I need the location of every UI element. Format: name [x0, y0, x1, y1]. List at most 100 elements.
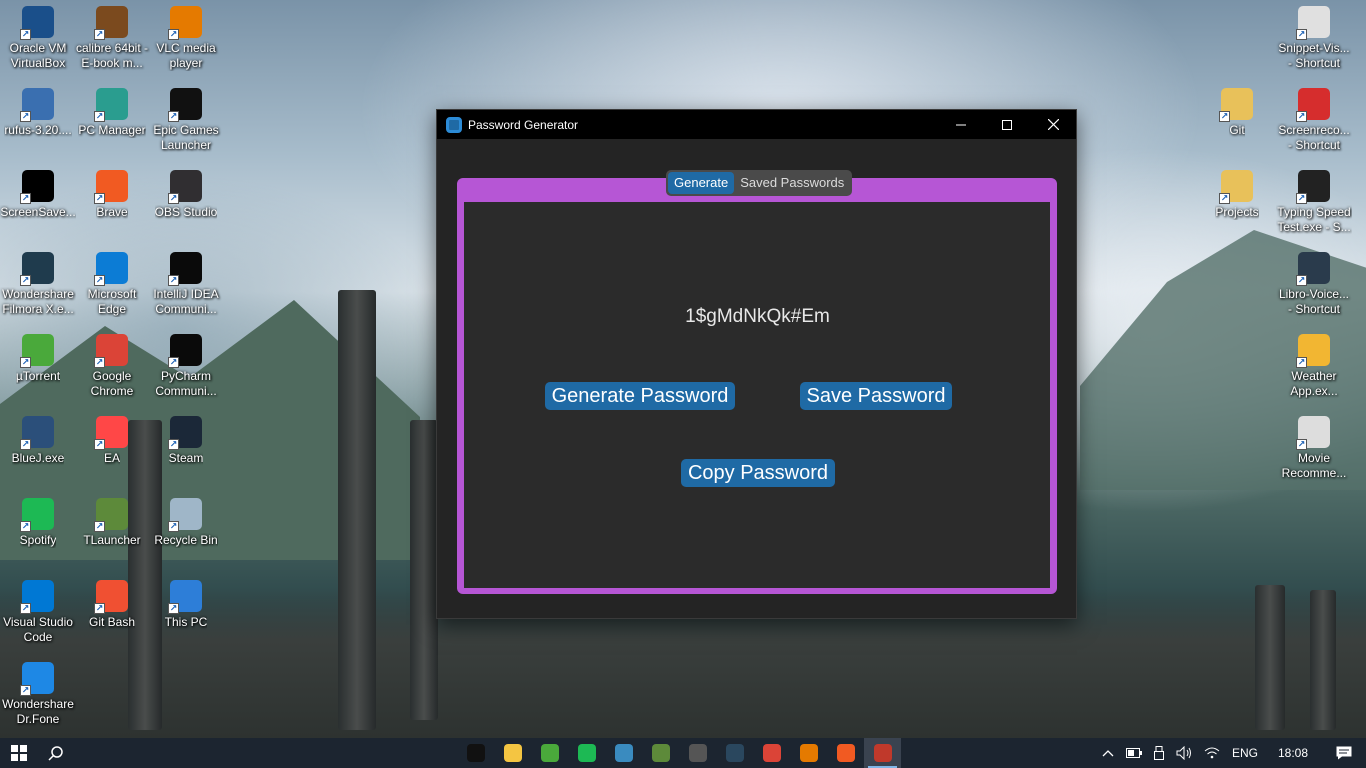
desktop-icon[interactable]: ↗ Wondershare Filmora X.e...	[0, 248, 76, 326]
desktop-icon[interactable]: ↗ Git	[1199, 84, 1275, 162]
desktop-icon[interactable]: ↗ Visual Studio Code	[0, 576, 76, 654]
search-icon	[48, 746, 63, 761]
desktop-icon-label: Spotify	[19, 533, 57, 547]
taskbar-app-utorrent[interactable]	[531, 738, 568, 768]
desktop-icon[interactable]: ↗ Snippet-Vis... - Shortcut	[1276, 2, 1352, 80]
desktop-icon-label: BlueJ.exe	[11, 451, 65, 465]
desktop-icon[interactable]: ↗ rufus-3.20....	[0, 84, 76, 162]
desktop-icon[interactable]: ↗ Projects	[1199, 166, 1275, 244]
taskbar-app-obs[interactable]	[679, 738, 716, 768]
shortcut-arrow-icon: ↗	[1219, 111, 1230, 122]
action-center-button[interactable]	[1322, 738, 1366, 768]
usb-icon[interactable]	[1148, 738, 1170, 768]
show-hidden-icons-button[interactable]	[1096, 738, 1120, 768]
desktop-icon[interactable]: ↗ PC Manager	[74, 84, 150, 162]
desktop-icon[interactable]: ↗ Recycle Bin	[148, 494, 224, 572]
desktop-icon-label: IntelliJ IDEA Communi...	[153, 287, 219, 316]
app-icon	[446, 116, 462, 133]
save-password-button[interactable]: Save Password	[800, 382, 952, 410]
taskbar-app-file-explorer[interactable]	[494, 738, 531, 768]
steam-icon	[725, 744, 744, 762]
utorrent-icon: ↗	[20, 334, 54, 368]
desktop-icon[interactable]: ↗ IntelliJ IDEA Communi...	[148, 248, 224, 326]
desktop-icon[interactable]: ↗ Oracle VM VirtualBox	[0, 2, 76, 80]
desktop-icon[interactable]: ↗ Movie Recomme...	[1276, 412, 1352, 490]
epic-games-icon: ↗	[168, 88, 202, 122]
maximize-button[interactable]	[984, 110, 1030, 139]
desktop-icon-label: Wondershare Filmora X.e...	[2, 287, 74, 316]
shortcut-arrow-icon: ↗	[168, 111, 179, 122]
taskbar-app-filmora[interactable]	[605, 738, 642, 768]
wifi-icon[interactable]	[1198, 738, 1226, 768]
desktop-icon[interactable]: ↗ EA	[74, 412, 150, 490]
copy-password-button[interactable]: Copy Password	[681, 459, 835, 487]
taskbar-app-brave[interactable]	[827, 738, 864, 768]
battery-icon[interactable]	[1120, 738, 1148, 768]
desktop-icon[interactable]: ↗ Google Chrome	[74, 330, 150, 408]
taskbar-app-intellij[interactable]	[457, 738, 494, 768]
git-bash-icon: ↗	[94, 580, 128, 614]
desktop-icon[interactable]: ↗ Microsoft Edge	[74, 248, 150, 326]
shortcut-arrow-icon: ↗	[1219, 193, 1230, 204]
shortcut-arrow-icon: ↗	[20, 111, 31, 122]
keyboard-icon: ↗	[1296, 170, 1330, 204]
calibre-icon: ↗	[94, 6, 128, 40]
desktop-icon[interactable]: ↗ Screenreco... - Shortcut	[1276, 84, 1352, 162]
shortcut-arrow-icon: ↗	[94, 193, 105, 204]
desktop-icon[interactable]: ↗ PyCharm Communi...	[148, 330, 224, 408]
filmora-icon	[614, 744, 633, 762]
desktop-icon-label: Brave	[96, 205, 128, 219]
desktop-icon-label: calibre 64bit - E-book m...	[75, 41, 149, 70]
desktop-icon[interactable]: ↗ Typing Speed Test.exe - S...	[1276, 166, 1352, 244]
notification-icon	[1336, 746, 1352, 760]
tlauncher-icon: ↗	[94, 498, 128, 532]
desktop-icon-label: ScreenSave...	[0, 205, 76, 219]
desktop-icon[interactable]: ↗ Brave	[74, 166, 150, 244]
weather-icon: ↗	[1296, 334, 1330, 368]
desktop-icon[interactable]: ↗ VLC media player	[148, 2, 224, 80]
desktop-icon[interactable]: ↗ Weather App.ex...	[1276, 330, 1352, 408]
taskbar-app-steam[interactable]	[716, 738, 753, 768]
search-button[interactable]	[38, 738, 74, 768]
chevron-up-icon	[1102, 750, 1114, 757]
desktop-icon-label: Projects	[1215, 205, 1259, 219]
clock[interactable]: 18:08	[1264, 738, 1322, 768]
taskbar-app-spotify[interactable]	[568, 738, 605, 768]
title-bar[interactable]: Password Generator	[437, 110, 1076, 139]
tab-generate[interactable]: Generate	[668, 172, 735, 194]
pc-manager-icon: ↗	[94, 88, 128, 122]
taskbar-app-vlc[interactable]	[790, 738, 827, 768]
obs-icon	[688, 744, 707, 762]
desktop-icon[interactable]: ↗ BlueJ.exe	[0, 412, 76, 490]
desktop-icon[interactable]: ↗ Libro-Voice... - Shortcut	[1276, 248, 1352, 326]
desktop-icon[interactable]: ↗ Epic Games Launcher	[148, 84, 224, 162]
spotify-icon	[577, 744, 596, 762]
desktop-icon[interactable]: ↗ Steam	[148, 412, 224, 490]
desktop-icon[interactable]: ↗ OBS Studio	[148, 166, 224, 244]
taskbar-app-chrome[interactable]	[753, 738, 790, 768]
shortcut-arrow-icon: ↗	[168, 521, 179, 532]
generate-password-button[interactable]: Generate Password	[545, 382, 735, 410]
desktop-icon[interactable]: ↗ Wondershare Dr.Fone	[0, 658, 76, 736]
desktop-icon[interactable]: ↗ calibre 64bit - E-book m...	[74, 2, 150, 80]
taskbar-app-tlauncher[interactable]	[642, 738, 679, 768]
start-button[interactable]	[0, 738, 38, 768]
desktop-icon-label: µTorrent	[15, 369, 61, 383]
desktop-icon[interactable]: ↗ Git Bash	[74, 576, 150, 654]
volume-icon[interactable]	[1170, 738, 1198, 768]
close-button[interactable]	[1030, 110, 1076, 139]
desktop-icon-label: Movie Recomme...	[1281, 451, 1347, 480]
minimize-button[interactable]	[938, 110, 984, 139]
desktop-icon[interactable]: ↗ Spotify	[0, 494, 76, 572]
desktop-icon[interactable]: ↗ µTorrent	[0, 330, 76, 408]
virtualbox-icon: ↗	[20, 6, 54, 40]
taskbar-app-python-app[interactable]	[864, 738, 901, 768]
desktop-icon[interactable]: ↗ This PC	[148, 576, 224, 654]
desktop-icon[interactable]: ↗ ScreenSave...	[0, 166, 76, 244]
desktop-icon[interactable]: ↗ TLauncher	[74, 494, 150, 572]
language-indicator[interactable]: ENG	[1226, 738, 1264, 768]
python-app-icon	[873, 744, 892, 762]
tlauncher-icon	[651, 744, 670, 762]
tab-saved-passwords[interactable]: Saved Passwords	[734, 172, 850, 194]
desktop-icon-label: Oracle VM VirtualBox	[9, 41, 67, 70]
